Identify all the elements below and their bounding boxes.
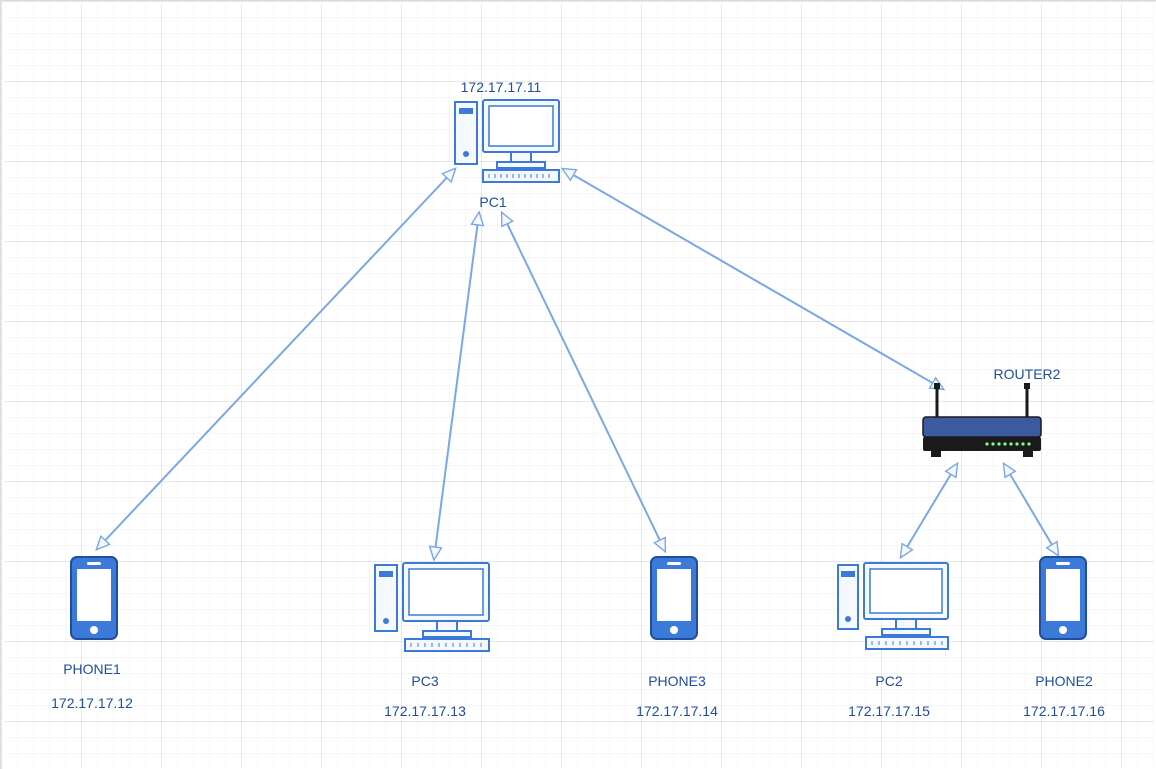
phone-icon — [67, 555, 121, 643]
phone2-name-label: PHONE2 — [1035, 673, 1093, 689]
pc3-ip-label: 172.17.17.13 — [384, 703, 466, 719]
phone3-name-label: PHONE3 — [648, 673, 706, 689]
router-icon — [917, 381, 1047, 461]
router2-name-label: ROUTER2 — [994, 366, 1061, 382]
pc2-ip-label: 172.17.17.15 — [848, 703, 930, 719]
pc1-name-label: PC1 — [479, 194, 506, 210]
pc-icon — [836, 559, 954, 653]
phone1-name-label: PHONE1 — [63, 661, 121, 677]
pc-icon — [453, 96, 563, 186]
phone2-ip-label: 172.17.17.16 — [1023, 703, 1105, 719]
link-pc1-router2 — [563, 169, 943, 389]
diagram-canvas: 172.17.17.11 PC1 ROUTER2 — [0, 0, 1156, 769]
link-router2-phone2 — [1004, 464, 1058, 555]
phone3-ip-label: 172.17.17.14 — [636, 703, 718, 719]
pc2-name-label: PC2 — [875, 673, 902, 689]
pc-icon — [373, 559, 493, 655]
phone1-ip-label: 172.17.17.12 — [51, 695, 133, 711]
pc1-ip-label: 172.17.17.11 — [461, 79, 542, 95]
phone-icon — [647, 555, 701, 643]
connections-layer — [1, 1, 1156, 769]
link-pc1-phone3 — [502, 213, 665, 551]
link-pc1-pc3 — [434, 213, 479, 559]
pc3-name-label: PC3 — [411, 673, 438, 689]
link-pc1-phone1 — [97, 169, 455, 549]
link-router2-pc2 — [901, 464, 957, 557]
phone-icon — [1036, 555, 1090, 643]
